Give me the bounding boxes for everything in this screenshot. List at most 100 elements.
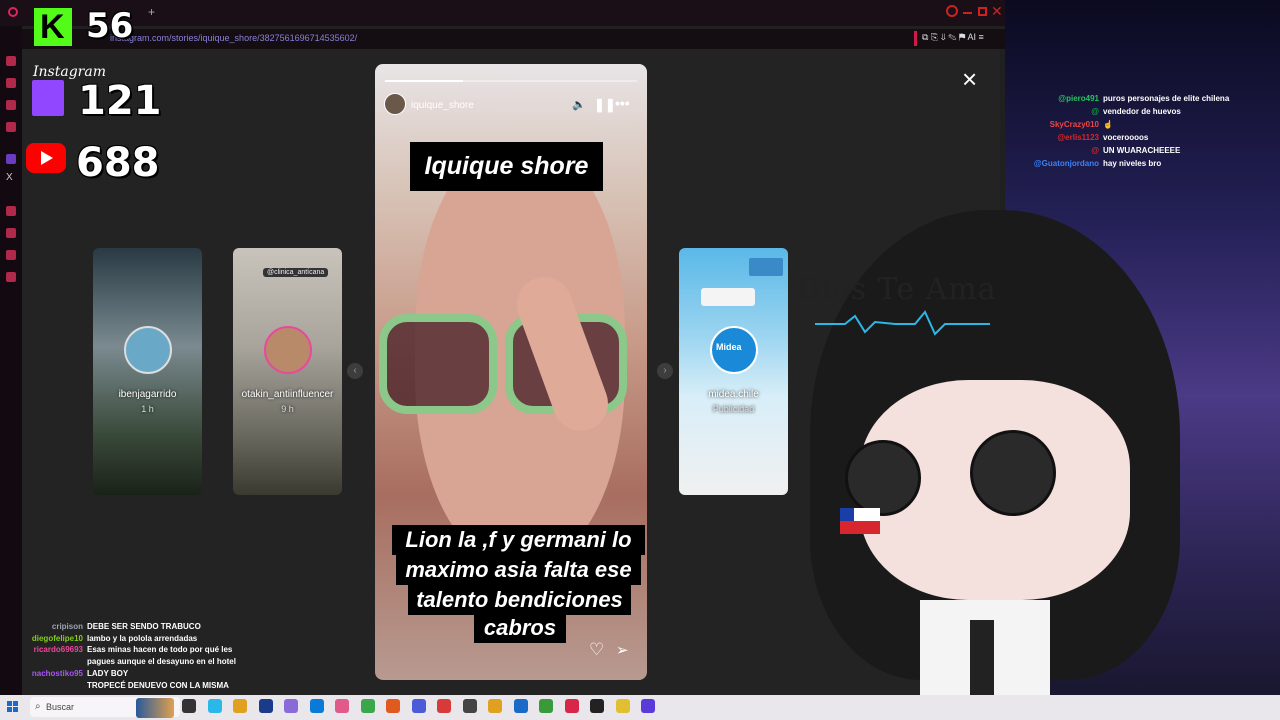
story-progress-bar xyxy=(385,80,637,82)
story-caption-line-1: Lion la ,f y germani lo xyxy=(392,525,645,555)
chrome-icon[interactable] xyxy=(437,699,451,713)
story-time: 5 h xyxy=(476,100,491,111)
chat-message: ricardo69693 Esas minas hacen de todo por… xyxy=(0,645,233,655)
app-icon[interactable] xyxy=(513,699,528,713)
previous-story-button[interactable]: ‹ xyxy=(347,363,363,379)
chat-message: @piero491 puros personajes de elite chile… xyxy=(1005,94,1229,103)
chat-text: hay niveles bro xyxy=(1103,159,1162,168)
story-card-ibenjagarrido[interactable]: ibenjagarrido 1 h xyxy=(93,248,202,495)
opera-sidebar: X xyxy=(0,26,22,695)
avatar xyxy=(124,326,172,374)
search-icon: ⌕ xyxy=(35,701,41,712)
task-view-icon[interactable] xyxy=(182,699,196,713)
firefox-icon[interactable] xyxy=(386,699,400,713)
sidebar-icon-messenger[interactable] xyxy=(6,56,16,66)
chat-message: @erlis1123 voceroooos xyxy=(1005,133,1148,142)
tab-bar: + ✕ xyxy=(0,0,1005,26)
story-card-otakin[interactable]: @clinica_antícana otakin_antiinfluencer … xyxy=(233,248,342,495)
file-explorer-icon[interactable] xyxy=(233,699,247,713)
chat-username: @Guatonjordano xyxy=(1033,159,1099,168)
brand-tag xyxy=(749,258,783,276)
chat-username: @erlis1123 xyxy=(1057,133,1099,142)
chat-message: @Guatonjordano hay niveles bro xyxy=(1005,159,1161,168)
story-card-midea[interactable]: Midea midea.chile Publicidad xyxy=(679,248,788,495)
chat-username: @piero491 xyxy=(1058,94,1099,103)
midea-logo-text: Midea xyxy=(716,342,742,352)
sidebar-icon-settings[interactable] xyxy=(6,272,16,282)
more-options-icon[interactable]: ••• xyxy=(615,95,630,111)
story-username-text[interactable]: iquique_shore xyxy=(411,100,474,111)
sidebar-icon-whatsapp[interactable] xyxy=(6,78,16,88)
app-icon[interactable] xyxy=(590,699,604,713)
app-icon[interactable] xyxy=(335,699,349,713)
story-caption-line-3: talento bendiciones xyxy=(408,585,631,615)
story-card-username: otakin_antiinfluencer xyxy=(241,389,334,400)
youtube-viewer-count: 688 xyxy=(76,140,160,186)
pause-icon[interactable]: ❚❚ xyxy=(594,97,616,113)
like-icon[interactable]: ♡ xyxy=(589,640,604,660)
copilot-icon[interactable] xyxy=(207,699,222,713)
share-icon[interactable]: ➢ xyxy=(616,641,629,659)
app-icon[interactable] xyxy=(615,699,630,713)
chat-text: DEBE SER SENDO TRABUCO xyxy=(87,622,201,631)
chat-username: cripison xyxy=(51,622,83,631)
new-tab-icon[interactable]: + xyxy=(148,5,155,19)
maximize-icon[interactable] xyxy=(978,7,987,16)
chile-flag-icon xyxy=(840,508,880,534)
photos-icon[interactable] xyxy=(284,699,298,713)
window-close-icon[interactable]: ✕ xyxy=(991,3,1003,20)
top-chat-panel: @piero491 puros personajes de elite chile… xyxy=(1005,94,1280,174)
sidebar-icon-twitch[interactable] xyxy=(6,154,16,164)
taskbar-search-label: Buscar xyxy=(46,702,75,712)
chat-username: diegofelipe10 xyxy=(31,633,83,643)
chat-message: SkyCrazy010 ☝ xyxy=(1005,120,1113,129)
opera-taskbar-icon[interactable] xyxy=(564,699,579,713)
twitch-logo xyxy=(32,80,64,116)
story-username[interactable]: iquique_shore 5 h xyxy=(411,100,491,111)
url-text[interactable]: instagram.com/stories/iquique_shore/3827… xyxy=(110,33,357,43)
chat-message: nachostiko95 LADY BOY xyxy=(0,669,128,678)
sidebar-icon-x[interactable]: X xyxy=(6,172,13,183)
story-title-caption: Iquique shore xyxy=(410,142,603,191)
toolbar-icons[interactable]: ⧉ ⎘ ⇓ ✎ ⚑ AI ≡ xyxy=(922,32,984,43)
app-icon[interactable] xyxy=(462,699,477,713)
app-icon[interactable] xyxy=(360,699,375,713)
story-caption-line-4: cabros xyxy=(474,613,566,643)
opera-icon[interactable] xyxy=(8,7,18,17)
story-card-time: 1 h xyxy=(141,404,154,414)
vscode-icon[interactable] xyxy=(258,699,273,713)
sidebar-icon-history[interactable] xyxy=(6,206,16,216)
story-progress-fill xyxy=(385,80,464,82)
search-tabs-icon[interactable] xyxy=(946,5,958,17)
story-avatar[interactable] xyxy=(384,93,406,115)
app-icon[interactable] xyxy=(488,699,502,713)
chat-text: pagues aunque el desayuno en el hotel xyxy=(87,657,236,667)
avatar: Midea xyxy=(710,326,758,374)
windows-start-icon[interactable] xyxy=(7,701,18,712)
chat-username: nachostiko95 xyxy=(31,668,83,678)
taskbar-widget-image[interactable] xyxy=(136,698,174,718)
twitch-viewer-count: 121 xyxy=(78,78,162,124)
sidebar-icon-bookmarks[interactable] xyxy=(6,250,16,260)
chat-text: Esas minas hacen de todo por qué les xyxy=(87,645,233,655)
sidebar-icon-downloads[interactable] xyxy=(6,228,16,238)
app-icon[interactable] xyxy=(539,699,553,713)
story-card-sponsored: Publicidad xyxy=(712,404,755,414)
sidebar-icon-twitter[interactable] xyxy=(6,122,16,132)
chat-text: UN WUARACHEEEE xyxy=(1103,146,1181,155)
close-story-button[interactable]: × xyxy=(962,66,977,92)
chat-message: pagues aunque el desayuno en el hotel xyxy=(0,657,236,666)
next-story-button[interactable]: › xyxy=(657,363,673,379)
chat-message: @ UN WUARACHEEEE xyxy=(1005,146,1180,155)
sidebar-icon-instagram[interactable] xyxy=(6,100,16,110)
mute-icon[interactable]: 🔈 xyxy=(572,98,586,111)
edge-icon[interactable] xyxy=(309,699,324,713)
app-icon[interactable] xyxy=(641,699,655,713)
minimize-icon[interactable] xyxy=(963,12,972,14)
kick-viewer-count: 56 xyxy=(86,6,134,46)
chat-message: cripison DEBE SER SENDO TRABUCO xyxy=(0,622,201,631)
app-icon[interactable] xyxy=(411,699,426,713)
story-card-username: midea.chile xyxy=(708,389,759,400)
bottom-chat-panel: cripison DEBE SER SENDO TRABUCO diegofelip… xyxy=(0,622,260,694)
kick-logo: K xyxy=(34,8,72,46)
